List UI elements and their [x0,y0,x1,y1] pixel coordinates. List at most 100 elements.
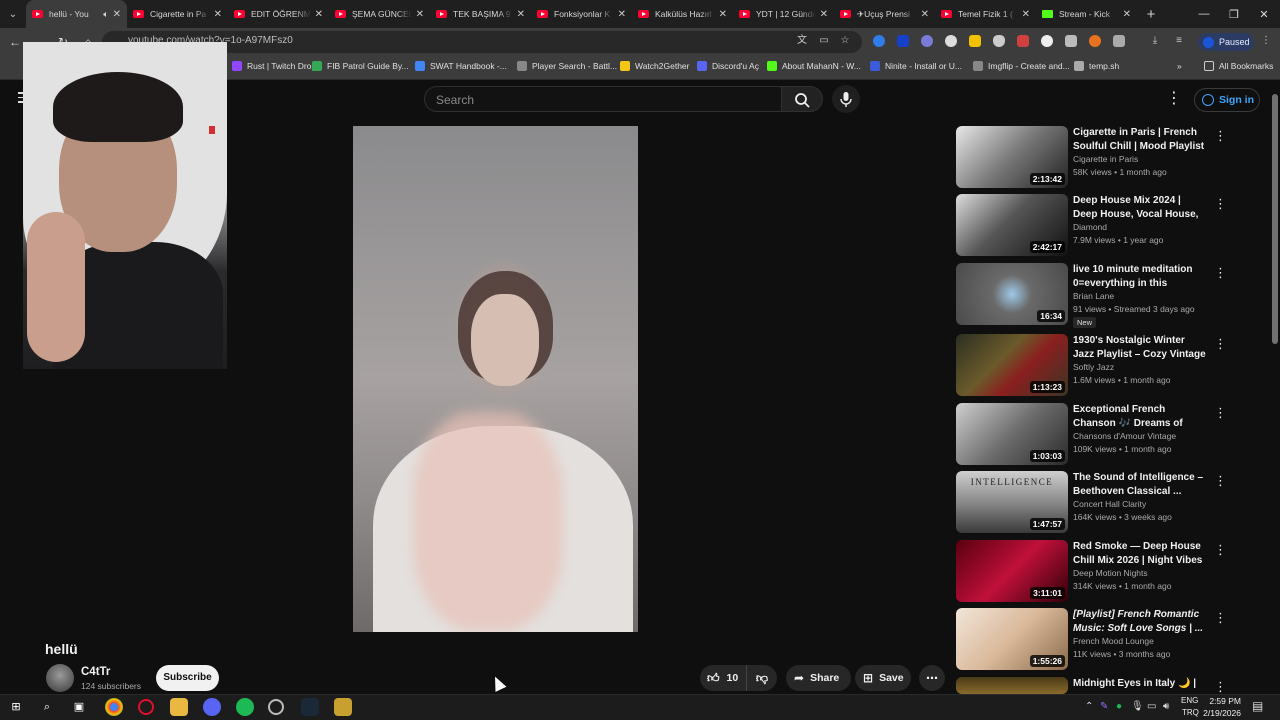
recommended-channel-name[interactable]: Cigarette in Paris [1073,154,1138,164]
recommended-video-title[interactable]: Deep House Mix 2024 | Deep House, Vocal … [1073,194,1208,221]
like-button[interactable]: 👍︎ 10 [700,665,746,691]
tab-close-icon[interactable]: ✕ [719,9,727,20]
tab-close-icon[interactable]: ✕ [1123,9,1131,20]
search-input[interactable]: Search [424,86,781,112]
bookmark-item[interactable]: temp.sh [1074,61,1119,71]
discord-taskbar-icon[interactable] [203,698,221,716]
shield-extension-icon[interactable] [993,35,1005,47]
browser-tab[interactable]: Kalkülüs Hazırl ✕ [632,0,733,28]
recommended-channel-name[interactable]: Brian Lane [1073,291,1114,301]
tray-network-icon[interactable]: ▭ [1147,701,1156,712]
recommended-channel-name[interactable]: Chansons d'Amour Vintage [1073,431,1176,441]
extension-icon[interactable] [945,35,957,47]
tab-close-icon[interactable]: ✕ [1022,9,1030,20]
save-button[interactable]: ⊞ Save [855,665,911,691]
back-icon[interactable]: ← [7,34,23,50]
chrome-taskbar-icon[interactable] [105,698,123,716]
video-thumbnail[interactable]: 2:42:17 [956,194,1068,256]
clock-date[interactable]: 2/19/2026 [1200,708,1241,718]
bookmark-item[interactable]: Watch2Gether [620,61,690,71]
recommended-video-title[interactable]: 1930's Nostalgic Winter Jazz Playlist – … [1073,334,1208,361]
bookmarks-overflow-icon[interactable]: » [1177,61,1182,71]
video-thumbnail[interactable]: 1:03:03 [956,403,1068,465]
video-thumbnail[interactable]: 1:13:23 [956,334,1068,396]
clock-time[interactable]: 2:59 PM [1203,696,1241,706]
recommended-video-title[interactable]: Red Smoke — Deep House Chill Mix 2026 | … [1073,540,1208,567]
video-thumbnail[interactable]: INTELLIGENCE 1:47:57 [956,471,1068,533]
tray-overflow-icon[interactable]: ⌃ [1085,701,1093,712]
video-player[interactable] [353,126,638,632]
recommended-video-title[interactable]: live 10 minute meditation 0=everything i… [1073,263,1208,290]
recommended-channel-name[interactable]: Deep Motion Nights [1073,568,1148,578]
tab-search-chevron-icon[interactable]: ⌄ [0,0,26,28]
minimize-button[interactable]: — [1188,0,1220,28]
spotify-taskbar-icon[interactable] [236,698,254,716]
recommended-channel-name[interactable]: Concert Hall Clarity [1073,499,1146,509]
tray-app-icon[interactable]: ✎ [1100,701,1108,712]
page-scrollbar[interactable] [1271,82,1279,694]
browser-menu-icon[interactable]: ⋮ [1259,34,1273,48]
extension-icon[interactable] [1017,35,1029,47]
sign-in-button[interactable]: Sign in [1194,88,1260,112]
download-icon[interactable]: ⤓ [1148,34,1162,48]
share-button[interactable]: ➦ Share [786,665,851,691]
search-button[interactable] [781,86,823,112]
bookmark-item[interactable]: FIB Patrol Guide By... [312,61,409,71]
browser-tab[interactable]: Cigarette in Pa ✕ [127,0,228,28]
channel-avatar[interactable] [46,664,74,692]
recommended-video[interactable]: INTELLIGENCE 1:47:57 The Sound of Intellig… [956,471,1227,533]
opera-taskbar-icon[interactable] [138,699,154,715]
tray-spotify-icon[interactable]: ● [1116,701,1122,712]
all-bookmarks-button[interactable]: All Bookmarks [1204,61,1273,71]
video-thumbnail[interactable]: 1:55:26 [956,608,1068,670]
recommended-video[interactable]: 2:13:42 Cigarette in Paris | French Soulf… [956,126,1227,188]
media-controls-icon[interactable]: ≡ [1172,34,1186,48]
browser-tab[interactable]: YDT | 12 Günde ✕ [733,0,834,28]
extension-icon[interactable] [897,35,909,47]
recommended-video-title[interactable]: Midnight Eyes in Italy 🌙 | [1073,677,1208,691]
browser-tab[interactable]: EDIT ÖĞRENMEK ✕ [228,0,329,28]
video-options-icon[interactable]: ⋮ [1214,265,1227,281]
recommended-video[interactable]: 16:34 live 10 minute meditation 0=everyth… [956,263,1227,328]
search-icon[interactable]: ⌕ [38,698,56,716]
bookmark-item[interactable]: Player Search - Battl... [517,61,617,71]
video-thumbnail[interactable] [956,677,1068,694]
more-actions-button[interactable]: ⋯ [919,665,945,691]
translate-icon[interactable]: 文 [795,34,809,48]
extension-icon[interactable] [1041,35,1053,47]
close-window-button[interactable]: ✕ [1248,0,1280,28]
extension-icon[interactable] [921,35,933,47]
bookmark-item[interactable]: Ninite - Install or U... [870,61,962,71]
tab-close-icon[interactable]: ✕ [214,9,222,20]
browser-tab[interactable]: ŞEMA GÜNCEL ✕ [329,0,430,28]
video-options-icon[interactable]: ⋮ [1214,336,1227,352]
recommended-video[interactable]: 3:11:01 Red Smoke — Deep House Chill Mix … [956,540,1227,602]
browser-tab[interactable]: ✈Uçuş Prensi ✕ [834,0,935,28]
keyboard-layout-indicator[interactable]: TRQ [1182,708,1199,717]
video-options-icon[interactable]: ⋮ [1214,473,1227,489]
video-options-icon[interactable]: ⋮ [1214,610,1227,626]
recommended-channel-name[interactable]: French Mood Lounge [1073,636,1154,646]
subscribe-button[interactable]: Subscribe [156,665,219,691]
recommended-video[interactable]: 1:55:26 [Playlist] French Romantic Music:… [956,608,1227,670]
bookmark-star-icon[interactable]: ☆ [838,34,852,48]
tab-close-icon[interactable]: ✕ [820,9,828,20]
browser-tab[interactable]: hellü - You 🔈︎ ✕ [26,0,127,28]
bookmark-item[interactable]: Discord'u Aç [697,61,759,71]
tab-close-icon[interactable]: ✕ [618,9,626,20]
extension-icon[interactable] [1089,35,1101,47]
puzzle-extensions-icon[interactable] [1113,35,1125,47]
task-view-icon[interactable]: ▣ [70,698,88,716]
profile-paused-button[interactable]: Paused [1198,33,1254,51]
video-options-icon[interactable]: ⋮ [1214,542,1227,558]
maximize-button[interactable]: ❐ [1218,0,1250,28]
tab-close-icon[interactable]: ✕ [113,9,121,20]
recommended-video-title[interactable]: Exceptional French Chanson 🎶 Dreams of L… [1073,403,1208,430]
recommended-video[interactable]: 1:13:23 1930's Nostalgic Winter Jazz Play… [956,334,1227,396]
recommended-video[interactable]: Midnight Eyes in Italy 🌙 | ⋮ [956,677,1227,694]
channel-name-link[interactable]: C4tTr [81,666,110,678]
steam-taskbar-icon[interactable] [301,698,319,716]
obs-taskbar-icon[interactable] [268,699,284,715]
app-taskbar-icon[interactable] [334,698,352,716]
extension-icon[interactable] [1065,35,1077,47]
